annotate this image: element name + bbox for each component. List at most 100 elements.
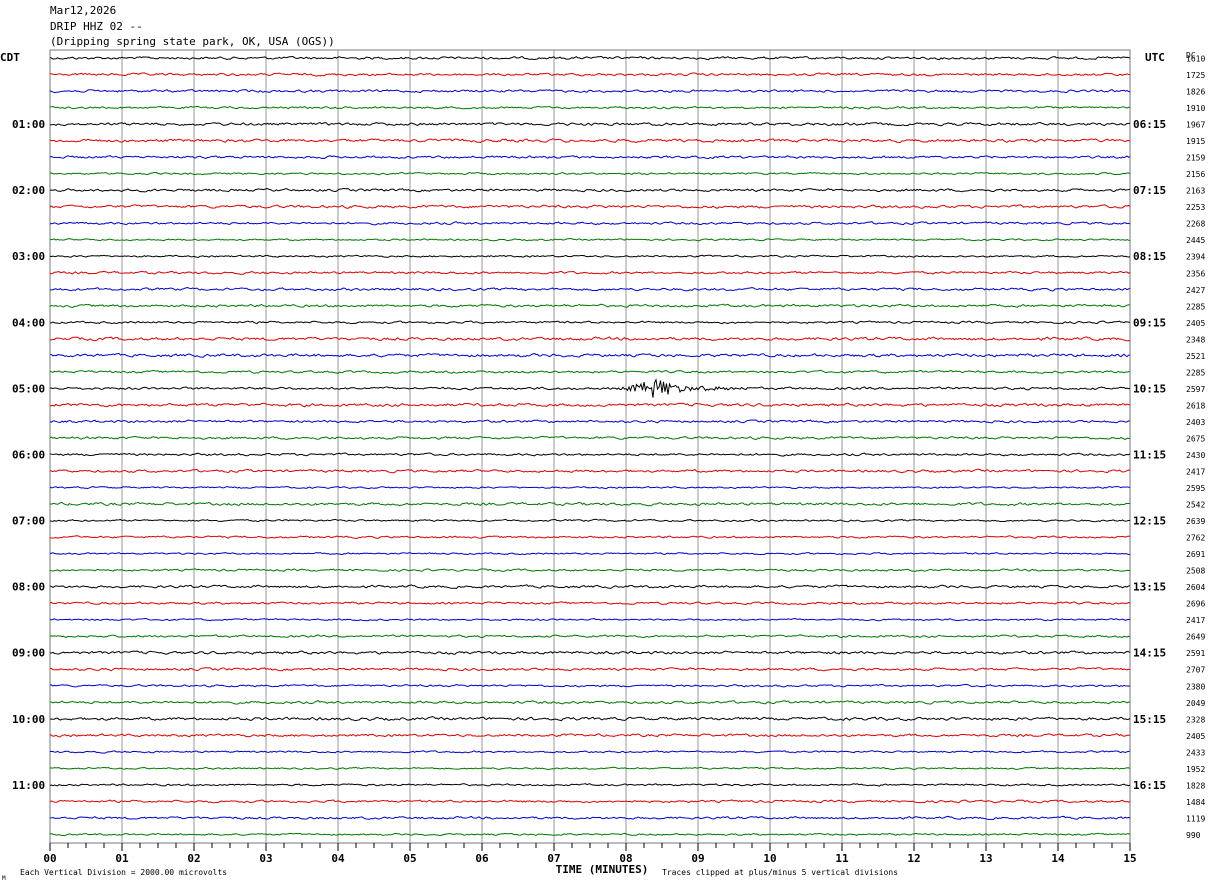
clip-note: Traces clipped at plus/minus 5 vertical … bbox=[662, 868, 898, 877]
seismic-trace bbox=[49, 155, 1131, 160]
seismic-trace bbox=[49, 667, 1131, 672]
seismic-trace bbox=[49, 568, 1131, 572]
seismic-trace bbox=[49, 204, 1131, 209]
dc-offset-label: 2595 bbox=[1186, 484, 1205, 493]
dc-offset-label: 2445 bbox=[1186, 236, 1205, 245]
seismic-trace bbox=[49, 452, 1131, 457]
x-tick-label: 00 bbox=[43, 852, 56, 865]
dc-offset-label: 2542 bbox=[1186, 501, 1205, 510]
seismic-trace bbox=[49, 72, 1131, 77]
dc-offset-label: 2405 bbox=[1186, 732, 1205, 741]
dc-offset-label: 1910 bbox=[1186, 104, 1205, 113]
seismic-trace bbox=[49, 766, 1131, 770]
seismic-trace bbox=[49, 584, 1131, 589]
dc-offset-label: 2427 bbox=[1186, 286, 1205, 295]
x-tick-label: 03 bbox=[259, 852, 272, 865]
dc-offset-label: 2604 bbox=[1186, 583, 1205, 592]
dc-offset-label: 2156 bbox=[1186, 170, 1205, 179]
seismic-trace bbox=[49, 378, 1131, 398]
dc-offset-label: 1826 bbox=[1186, 88, 1205, 97]
seismic-trace bbox=[49, 832, 1131, 837]
dc-offset-label: 2417 bbox=[1186, 616, 1205, 625]
seismic-trace bbox=[49, 56, 1131, 61]
utc-hour-label: 10:15 bbox=[1133, 382, 1166, 395]
cdt-hour-label: 07:00 bbox=[12, 515, 45, 528]
x-tick-label: 15 bbox=[1123, 852, 1136, 865]
x-tick-label: 05 bbox=[403, 852, 416, 865]
seismic-trace bbox=[49, 402, 1131, 408]
seismic-trace bbox=[49, 601, 1131, 606]
cdt-hour-label: 08:00 bbox=[12, 581, 45, 594]
seismic-trace bbox=[49, 750, 1131, 754]
seismic-trace bbox=[49, 237, 1131, 242]
dc-offset-label: 2597 bbox=[1186, 385, 1205, 394]
utc-hour-label: 07:15 bbox=[1133, 184, 1166, 197]
dc-offset-label: 2403 bbox=[1186, 418, 1205, 427]
utc-hour-label: 08:15 bbox=[1133, 250, 1166, 263]
seismic-trace bbox=[49, 171, 1131, 176]
utc-hour-label: 15:15 bbox=[1133, 713, 1166, 726]
dc-offset-label: 2696 bbox=[1186, 600, 1205, 609]
seismic-trace bbox=[49, 617, 1131, 622]
seismic-trace bbox=[49, 320, 1131, 325]
x-tick-label: 11 bbox=[835, 852, 849, 865]
dc-offset-label: 2268 bbox=[1186, 220, 1205, 229]
dc-offset-label: 2394 bbox=[1186, 253, 1205, 262]
dc-offset-label: 1952 bbox=[1186, 765, 1205, 774]
x-tick-label: 04 bbox=[331, 852, 345, 865]
corner-mark: M bbox=[2, 875, 6, 882]
dc-offset-label: 1725 bbox=[1186, 71, 1205, 80]
cdt-hour-label: 09:00 bbox=[12, 647, 45, 660]
seismic-trace bbox=[49, 501, 1131, 507]
seismic-trace bbox=[49, 270, 1131, 275]
seismic-trace bbox=[49, 352, 1131, 358]
dc-offset-label: 1119 bbox=[1186, 814, 1205, 823]
seismic-trace bbox=[49, 435, 1131, 440]
seismic-trace bbox=[49, 89, 1131, 94]
dc-offset-label: 2159 bbox=[1186, 154, 1205, 163]
dc-offset-label: 2049 bbox=[1186, 699, 1205, 708]
seismic-trace bbox=[49, 535, 1131, 539]
x-tick-label: 14 bbox=[1051, 852, 1065, 865]
helicorder-chart: 1610172518261910196719152159215621632253… bbox=[0, 49, 1205, 882]
seismic-trace bbox=[49, 683, 1131, 688]
dc-offset-label: 2253 bbox=[1186, 203, 1205, 212]
right-timezone-label: UTC bbox=[1145, 51, 1165, 64]
left-timezone-label: CDT bbox=[0, 51, 20, 64]
dc-offset-label: 1915 bbox=[1186, 137, 1205, 146]
seismic-trace bbox=[49, 303, 1131, 308]
dc-offset-label: 2508 bbox=[1186, 567, 1205, 576]
cdt-hour-label: 06:00 bbox=[12, 448, 45, 461]
dc-offset-label: 2285 bbox=[1186, 368, 1205, 377]
seismic-trace bbox=[49, 634, 1131, 639]
seismic-trace bbox=[49, 419, 1131, 424]
dc-offset-label: 2762 bbox=[1186, 534, 1205, 543]
seismic-trace bbox=[49, 254, 1131, 258]
dc-offset-label: 2521 bbox=[1186, 352, 1205, 361]
seismic-trace bbox=[49, 815, 1131, 821]
utc-hour-label: 11:15 bbox=[1133, 448, 1166, 461]
dc-offset-label: 2405 bbox=[1186, 319, 1205, 328]
cdt-hour-label: 03:00 bbox=[12, 250, 45, 263]
scale-note: Each Vertical Division = 2000.00 microvo… bbox=[20, 868, 227, 877]
seismic-trace bbox=[49, 700, 1131, 705]
seismic-trace bbox=[49, 121, 1131, 127]
seismic-trace bbox=[49, 105, 1131, 110]
dc-offset-label: 2691 bbox=[1186, 550, 1205, 559]
dc-offset-label: 990 bbox=[1186, 831, 1201, 840]
seismic-trace bbox=[49, 799, 1131, 804]
dc-offset-label: 2707 bbox=[1186, 666, 1205, 675]
seismic-trace bbox=[49, 552, 1131, 556]
plot-frame bbox=[49, 49, 1131, 844]
seismic-trace bbox=[49, 650, 1131, 655]
seismic-trace bbox=[49, 369, 1131, 374]
dc-offset-label: 2356 bbox=[1186, 269, 1205, 278]
cdt-hour-label: 02:00 bbox=[12, 184, 45, 197]
utc-hour-label: 14:15 bbox=[1133, 647, 1166, 660]
dc-offset-label: 2618 bbox=[1186, 401, 1205, 410]
dc-offset-label: 2417 bbox=[1186, 468, 1205, 477]
utc-hour-label: 16:15 bbox=[1133, 779, 1166, 792]
dc-offset-label: 1484 bbox=[1186, 798, 1205, 807]
x-axis-title: TIME (MINUTES) bbox=[556, 863, 649, 876]
x-tick-label: 09 bbox=[691, 852, 704, 865]
